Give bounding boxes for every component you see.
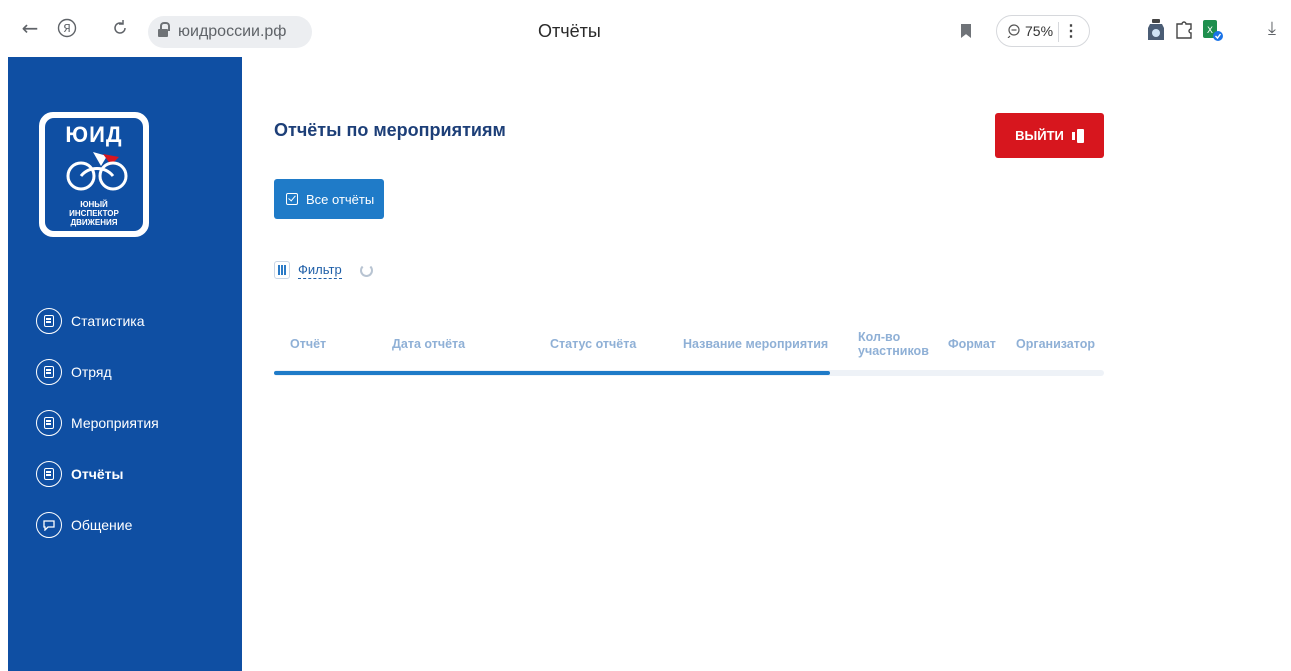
sidebar-item-team[interactable]: Отряд: [36, 346, 236, 397]
svg-text:X: X: [1207, 26, 1213, 36]
column-header-report-status[interactable]: Статус отчёта: [550, 316, 636, 372]
sidebar-item-reports[interactable]: Отчёты: [36, 448, 236, 499]
column-header-event-name[interactable]: Название мероприятия: [683, 316, 828, 372]
table-scrollbar-thumb[interactable]: [274, 371, 831, 375]
more-menu-icon[interactable]: ⋮: [1063, 21, 1079, 41]
extension-puzzle-icon[interactable]: [1173, 18, 1195, 42]
zoom-icon: [1007, 24, 1020, 38]
logo-subtitle: ЮНЫЙ ИНСПЕКТОР ДВИЖЕНИЯ: [69, 200, 119, 227]
sidebar-item-events[interactable]: Мероприятия: [36, 397, 236, 448]
reports-table-header: Отчёт Дата отчёта Статус отчёта Название…: [274, 316, 1104, 372]
bicycle-logo-icon: [66, 152, 128, 191]
yuid-logo[interactable]: ЮИД ЮНЫЙ ИНСПЕКТОР ДВИЖЕНИЯ: [39, 112, 149, 237]
sidebar-item-label: Мероприятия: [71, 414, 159, 431]
logo-title: ЮИД: [65, 122, 123, 147]
sidebar-item-label: Статистика: [71, 312, 145, 329]
exit-door-icon: [1071, 128, 1084, 143]
extension-excel-icon[interactable]: X: [1201, 18, 1223, 42]
sidebar: ЮИД ЮНЫЙ ИНСПЕКТОР ДВИЖЕНИЯ Статистика О…: [8, 57, 242, 671]
refresh-icon[interactable]: [359, 263, 373, 277]
column-header-participants[interactable]: Кол-во участников: [858, 316, 929, 372]
yandex-icon[interactable]: Я: [55, 16, 79, 40]
filter-link[interactable]: Фильтр: [298, 262, 342, 279]
zoom-control[interactable]: 75% ⋮: [996, 15, 1090, 47]
reload-icon[interactable]: [108, 16, 132, 40]
download-icon[interactable]: ⤓: [1262, 16, 1282, 40]
logout-label: ВЫЙТИ: [1015, 128, 1064, 143]
sidebar-item-label: Отряд: [71, 363, 112, 380]
sidebar-item-statistics[interactable]: Статистика: [36, 295, 236, 346]
sidebar-item-chat[interactable]: Общение: [36, 499, 236, 550]
reports-icon: [36, 460, 62, 487]
filter-sliders-icon[interactable]: [274, 261, 290, 279]
sidebar-nav: Статистика Отряд Мероприятия Отчёты Обще…: [36, 295, 236, 550]
logout-button[interactable]: ВЫЙТИ: [995, 113, 1104, 158]
chat-icon: [36, 511, 62, 538]
events-icon: [36, 409, 62, 436]
column-header-report[interactable]: Отчёт: [290, 316, 326, 372]
lock-icon: [158, 22, 170, 38]
address-bar[interactable]: юидроссии.рф: [148, 16, 312, 48]
filter-bar: Фильтр: [274, 259, 373, 281]
page-title: Отчёты по мероприятиям: [274, 120, 506, 140]
back-arrow-icon[interactable]: ←: [18, 16, 42, 40]
column-header-organizer[interactable]: Организатор: [1016, 316, 1095, 372]
bookmark-icon[interactable]: [961, 24, 971, 38]
statistics-icon: [36, 307, 62, 334]
team-icon: [36, 358, 62, 385]
browser-toolbar: ← Я юидроссии.рф Отчёты 75% ⋮ X ⤓: [0, 0, 1291, 56]
table-scrollbar[interactable]: [274, 370, 1104, 376]
page-tab-title: Отчёты: [538, 21, 601, 41]
checkbox-icon: [286, 193, 298, 205]
zoom-level: 75%: [1025, 23, 1054, 39]
column-header-format[interactable]: Формат: [948, 316, 996, 372]
sidebar-item-label: Отчёты: [71, 465, 124, 482]
all-reports-label: Все отчёты: [306, 191, 375, 207]
address-url: юидроссии.рф: [178, 23, 287, 40]
column-header-report-date[interactable]: Дата отчёта: [392, 316, 465, 372]
extension-bottle-icon[interactable]: [1145, 18, 1167, 42]
sidebar-item-label: Общение: [71, 516, 133, 533]
all-reports-button[interactable]: Все отчёты: [274, 179, 384, 219]
svg-text:Я: Я: [63, 22, 71, 35]
